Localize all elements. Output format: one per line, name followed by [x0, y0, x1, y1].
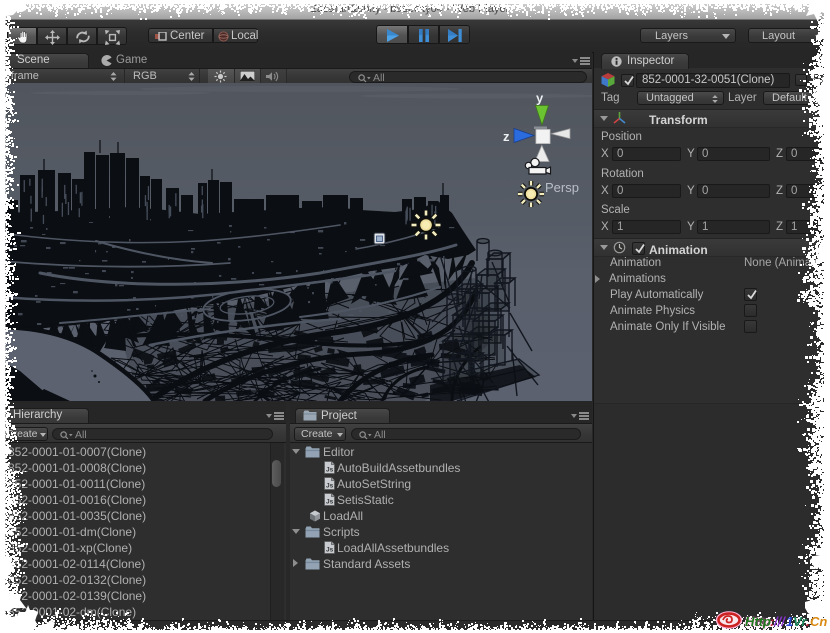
svg-text:y: y: [536, 91, 544, 106]
svg-text:Persp: Persp: [545, 180, 579, 195]
svg-text:Cn: Cn: [810, 614, 827, 629]
svg-text:Js: Js: [326, 499, 334, 506]
svg-text:Http: Http: [745, 614, 771, 629]
svg-text:Js: Js: [326, 483, 334, 490]
svg-text:Js: Js: [326, 467, 334, 474]
svg-text:Js: Js: [326, 547, 334, 554]
svg-text:z: z: [503, 129, 510, 144]
svg-text:///: ///: [773, 614, 786, 629]
